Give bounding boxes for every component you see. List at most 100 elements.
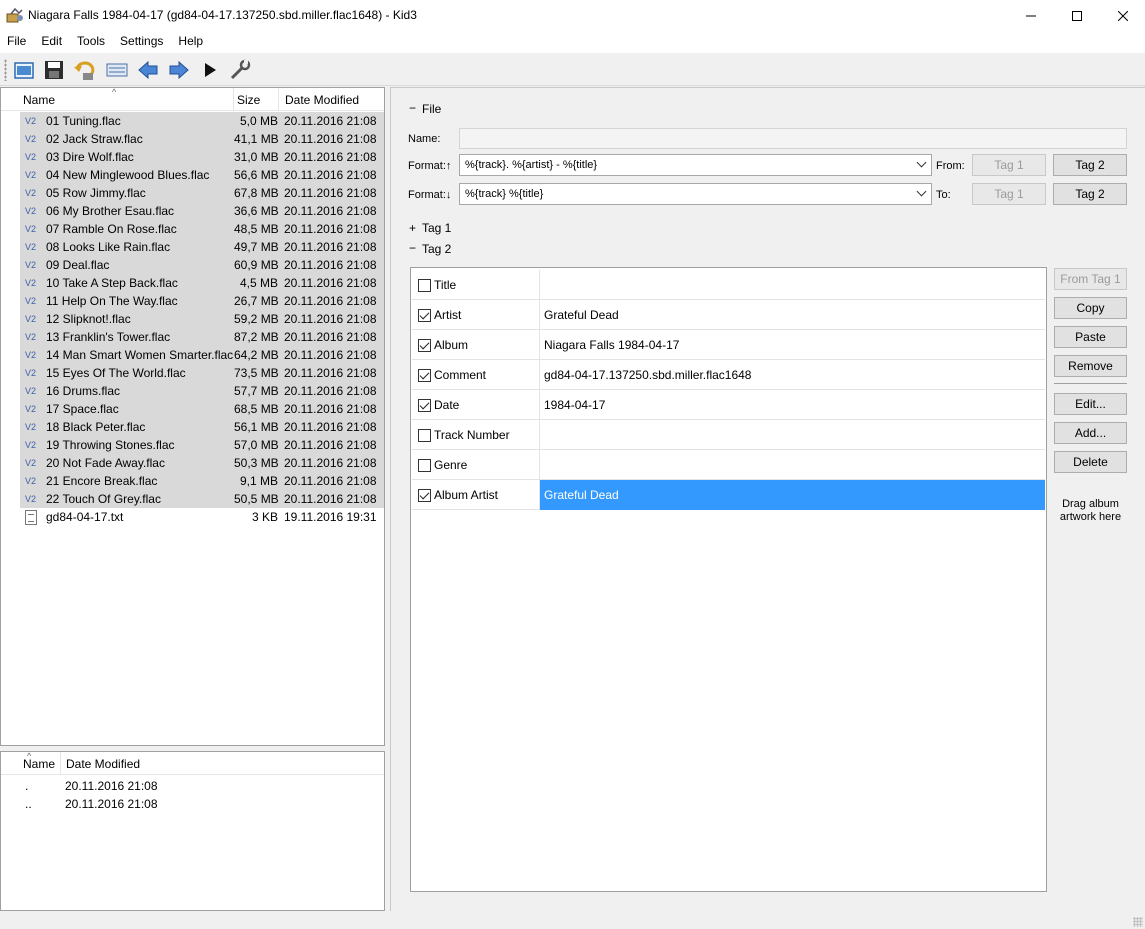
- file-row[interactable]: V2 20 Not Fade Away.flac 50,3 MB 20.11.2016…: [1, 454, 384, 472]
- open-button[interactable]: [11, 57, 37, 83]
- add-frame-button[interactable]: Add...: [1054, 422, 1127, 444]
- frame-value-cell[interactable]: [540, 450, 1045, 480]
- menu-help[interactable]: Help: [171, 31, 211, 53]
- file-row[interactable]: V2 14 Man Smart Women Smarter.flac 64,2 MB…: [1, 346, 384, 364]
- column-header-date[interactable]: Date Modified: [279, 88, 384, 111]
- frame-checkbox[interactable]: [418, 489, 431, 502]
- frame-name-cell[interactable]: Album Artist: [412, 480, 540, 510]
- close-button[interactable]: [1100, 0, 1145, 31]
- toolbar-grip[interactable]: [4, 59, 7, 81]
- frame-checkbox[interactable]: [418, 339, 431, 352]
- from-tag1-button[interactable]: From Tag 1: [1054, 268, 1127, 290]
- frame-name-cell[interactable]: Track Number: [412, 420, 540, 450]
- tag-frame-row[interactable]: Comment gd84-04-17.137250.sbd.miller.flac…: [412, 360, 1045, 390]
- tag-from-filename-tag1-button[interactable]: Tag 1: [972, 183, 1046, 205]
- format-from-combo[interactable]: %{track}. %{artist} - %{title}: [459, 154, 932, 176]
- tag1-section-title[interactable]: Tag 1: [422, 221, 451, 235]
- file-row[interactable]: V2 11 Help On The Way.flac 26,7 MB 20.11.20…: [1, 292, 384, 310]
- frame-name-cell[interactable]: Comment: [412, 360, 540, 390]
- frame-checkbox[interactable]: [418, 279, 431, 292]
- tag-frame-row[interactable]: Track Number: [412, 420, 1045, 450]
- frame-value-cell[interactable]: Niagara Falls 1984-04-17: [540, 330, 1045, 360]
- maximize-button[interactable]: [1054, 0, 1100, 31]
- next-file-button[interactable]: [166, 57, 192, 83]
- frame-name-cell[interactable]: Genre: [412, 450, 540, 480]
- file-list[interactable]: Name ^ Size Date Modified V2 01 Tuning.fl…: [0, 87, 385, 746]
- tag-from-filename-tag2-button[interactable]: Tag 2: [1053, 183, 1127, 205]
- tag-frame-row[interactable]: Date 1984-04-17: [412, 390, 1045, 420]
- file-row[interactable]: V2 21 Encore Break.flac 9,1 MB 20.11.2016 2…: [1, 472, 384, 490]
- album-artwork-drop-zone[interactable]: Drag album artwork here: [1054, 498, 1127, 524]
- remove-button[interactable]: Remove: [1054, 355, 1127, 377]
- frame-name-cell[interactable]: Title: [412, 270, 540, 300]
- frame-checkbox[interactable]: [418, 459, 431, 472]
- revert-button[interactable]: [72, 57, 98, 83]
- tag2-section-title[interactable]: Tag 2: [422, 242, 451, 256]
- directory-row[interactable]: .. 20.11.2016 21:08: [1, 795, 384, 813]
- resize-grip[interactable]: [1133, 917, 1143, 927]
- frame-value-cell[interactable]: Grateful Dead: [540, 480, 1045, 510]
- file-row[interactable]: V2 02 Jack Straw.flac 41,1 MB 20.11.2016 21…: [1, 130, 384, 148]
- file-row[interactable]: V2 13 Franklin's Tower.flac 87,2 MB 20.11.2…: [1, 328, 384, 346]
- directory-row[interactable]: . 20.11.2016 21:08: [1, 777, 384, 795]
- frame-name-cell[interactable]: Date: [412, 390, 540, 420]
- previous-file-button[interactable]: [135, 57, 161, 83]
- column-header-name[interactable]: Name: [1, 88, 234, 111]
- tag-frame-row[interactable]: Artist Grateful Dead: [412, 300, 1045, 330]
- file-section-toggle[interactable]: −: [409, 101, 416, 115]
- filename-from-tag2-button[interactable]: Tag 2: [1053, 154, 1127, 176]
- file-row[interactable]: V2 15 Eyes Of The World.flac 73,5 MB 20.11.…: [1, 364, 384, 382]
- tag-frame-row[interactable]: Album Artist Grateful Dead: [412, 480, 1045, 510]
- save-button[interactable]: [41, 57, 67, 83]
- menu-tools[interactable]: Tools: [70, 31, 113, 53]
- filename-field[interactable]: [459, 128, 1127, 149]
- format-to-combo[interactable]: %{track} %{title}: [459, 183, 932, 205]
- file-row[interactable]: V2 06 My Brother Esau.flac 36,6 MB 20.11.20…: [1, 202, 384, 220]
- file-row[interactable]: V2 03 Dire Wolf.flac 31,0 MB 20.11.2016 21:…: [1, 148, 384, 166]
- frame-value-cell[interactable]: Grateful Dead: [540, 300, 1045, 330]
- directory-list[interactable]: ^ Name Date Modified . 20.11.2016 21:08..…: [0, 751, 385, 911]
- file-row[interactable]: V2 01 Tuning.flac 5,0 MB 20.11.2016 21:08: [1, 112, 384, 130]
- file-row[interactable]: V2 10 Take A Step Back.flac 4,5 MB 20.11.20…: [1, 274, 384, 292]
- tag-frame-row[interactable]: Genre: [412, 450, 1045, 480]
- frame-value-cell[interactable]: gd84-04-17.137250.sbd.miller.flac1648: [540, 360, 1045, 390]
- file-row[interactable]: V2 22 Touch Of Grey.flac 50,5 MB 20.11.2016…: [1, 490, 384, 508]
- delete-frame-button[interactable]: Delete: [1054, 451, 1127, 473]
- minimize-button[interactable]: [1008, 0, 1054, 31]
- column-header-size[interactable]: Size: [234, 88, 279, 111]
- file-row[interactable]: gd84-04-17.txt 3 KB 19.11.2016 19:31: [1, 508, 384, 526]
- file-row[interactable]: V2 04 New Minglewood Blues.flac 56,6 MB 20.…: [1, 166, 384, 184]
- toggle-view-button[interactable]: [104, 57, 130, 83]
- frame-checkbox[interactable]: [418, 399, 431, 412]
- file-row[interactable]: V2 08 Looks Like Rain.flac 49,7 MB 20.11.20…: [1, 238, 384, 256]
- copy-button[interactable]: Copy: [1054, 297, 1127, 319]
- file-section-title[interactable]: File: [422, 102, 441, 116]
- menu-settings[interactable]: Settings: [113, 31, 171, 53]
- frame-value-cell[interactable]: 1984-04-17: [540, 390, 1045, 420]
- frame-name-cell[interactable]: Album: [412, 330, 540, 360]
- frame-name-cell[interactable]: Artist: [412, 300, 540, 330]
- file-row[interactable]: V2 17 Space.flac 68,5 MB 20.11.2016 21:08: [1, 400, 384, 418]
- file-row[interactable]: V2 07 Ramble On Rose.flac 48,5 MB 20.11.201…: [1, 220, 384, 238]
- file-row[interactable]: V2 19 Throwing Stones.flac 57,0 MB 20.11.20…: [1, 436, 384, 454]
- edit-frame-button[interactable]: Edit...: [1054, 393, 1127, 415]
- menu-edit[interactable]: Edit: [34, 31, 70, 53]
- settings-button[interactable]: [228, 57, 254, 83]
- tag1-section-toggle[interactable]: +: [409, 221, 416, 235]
- tag-frame-row[interactable]: Title: [412, 270, 1045, 300]
- play-button[interactable]: [197, 57, 223, 83]
- menu-file[interactable]: File: [0, 31, 34, 53]
- dir-column-header-date[interactable]: Date Modified: [61, 752, 384, 775]
- frame-checkbox[interactable]: [418, 369, 431, 382]
- frame-checkbox[interactable]: [418, 429, 431, 442]
- file-row[interactable]: V2 16 Drums.flac 57,7 MB 20.11.2016 21:08: [1, 382, 384, 400]
- file-row[interactable]: V2 05 Row Jimmy.flac 67,8 MB 20.11.2016 21:…: [1, 184, 384, 202]
- frame-value-cell[interactable]: [540, 270, 1045, 300]
- frame-value-cell[interactable]: [540, 420, 1045, 450]
- file-row[interactable]: V2 18 Black Peter.flac 56,1 MB 20.11.2016 2…: [1, 418, 384, 436]
- file-row[interactable]: V2 12 Slipknot!.flac 59,2 MB 20.11.2016 21:…: [1, 310, 384, 328]
- tag-frame-row[interactable]: Album Niagara Falls 1984-04-17: [412, 330, 1045, 360]
- tag2-frame-table[interactable]: Title Artist Grateful Dead Album Niagara Fal…: [410, 267, 1047, 892]
- filename-from-tag1-button[interactable]: Tag 1: [972, 154, 1046, 176]
- tag2-section-toggle[interactable]: −: [409, 241, 416, 255]
